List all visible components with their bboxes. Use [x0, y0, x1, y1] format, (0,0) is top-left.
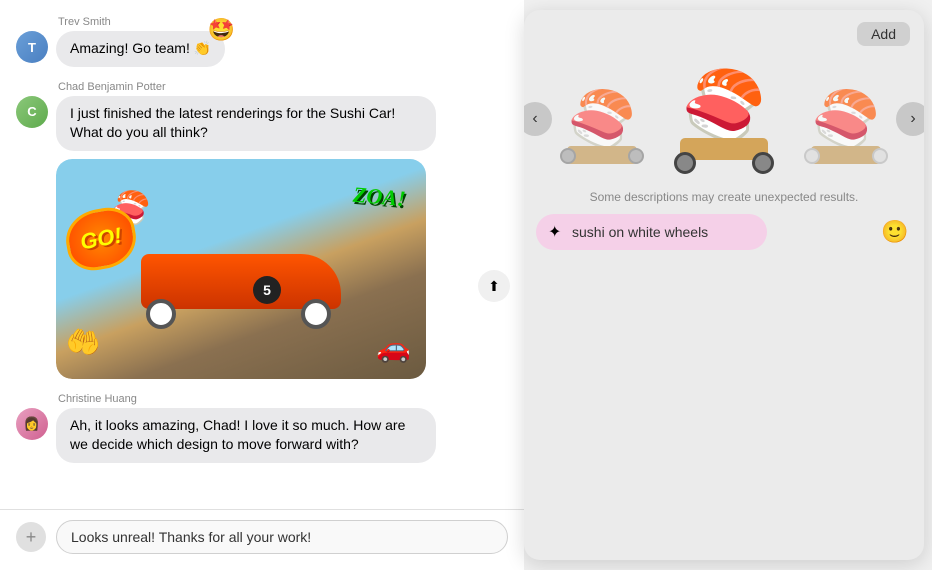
messages-list: Trev Smith T Amazing! Go team! 👏 🤩 Chad …: [0, 16, 524, 509]
sushi-carousel: ‹ 🍣 🍣: [524, 54, 924, 184]
message-row-chad: C I just finished the latest renderings …: [16, 96, 508, 379]
sticker-zoom: ZOA!: [352, 182, 407, 212]
share-button[interactable]: ⬆: [478, 270, 510, 302]
emoji-picker-button[interactable]: 🙂: [878, 215, 912, 249]
carousel-prev[interactable]: ‹: [524, 102, 552, 136]
message-group-christine: Christine Huang 👩 Ah, it looks amazing, …: [16, 393, 508, 463]
avatar-chad: C: [16, 96, 48, 128]
chevron-right-icon: ›: [910, 110, 915, 128]
image-generator-panel: Add ‹ 🍣 🍣: [524, 10, 924, 560]
message-row-trev: T Amazing! Go team! 👏 🤩: [16, 31, 508, 67]
chat-area: Trev Smith T Amazing! Go team! 👏 🤩 Chad …: [0, 0, 524, 570]
message-group-chad: Chad Benjamin Potter C I just finished t…: [16, 81, 508, 379]
sushi-car-center[interactable]: 🍣: [664, 64, 784, 174]
car-wheel-left: [146, 299, 176, 329]
sender-name-chad: Chad Benjamin Potter: [58, 81, 508, 93]
car-wheel-right: [301, 299, 331, 329]
reaction-trev: 🤩: [208, 17, 235, 43]
chat-input-bar: +: [0, 509, 524, 570]
bubble-trev: Amazing! Go team! 👏: [56, 31, 225, 67]
emoji-face-icon: 🙂: [881, 219, 908, 244]
sender-name-trev: Trev Smith: [58, 16, 508, 28]
plus-icon: +: [26, 527, 37, 548]
sushi-car-right[interactable]: 🍣: [796, 74, 896, 164]
add-button[interactable]: Add: [857, 22, 910, 46]
carousel-next[interactable]: ›: [896, 102, 924, 136]
share-icon: ⬆: [488, 278, 500, 295]
sushi-car-image-bubble: 🍣 GO! ZOA! 5 🤲 🚗: [56, 159, 436, 379]
generator-input-row: ✦ 🙂: [524, 214, 924, 264]
sticker-hands: 🤲: [63, 323, 103, 362]
avatar-christine: 👩: [16, 408, 48, 440]
sushi-car-image: 🍣 GO! ZOA! 5 🤲 🚗: [56, 159, 426, 379]
panel-top: Add: [524, 10, 924, 54]
sushi-render-left: 🍣: [552, 74, 652, 164]
sushi-render-right: 🍣: [796, 74, 896, 164]
sushi-render-center: 🍣: [664, 64, 784, 174]
chat-input[interactable]: [56, 520, 508, 554]
message-group-trev: Trev Smith T Amazing! Go team! 👏 🤩: [16, 16, 508, 67]
avatar-trev: T: [16, 31, 48, 63]
generator-input[interactable]: [536, 214, 767, 250]
message-row-christine: 👩 Ah, it looks amazing, Chad! I love it …: [16, 408, 508, 463]
sushi-images-row: 🍣 🍣 🍣: [552, 64, 896, 174]
sender-name-christine: Christine Huang: [58, 393, 508, 405]
generator-hint: Some descriptions may create unexpected …: [524, 184, 924, 214]
sticker-car: 🚗: [376, 331, 411, 364]
sushi-car-left[interactable]: 🍣: [552, 74, 652, 164]
car-number: 5: [253, 276, 281, 304]
bubble-chad: I just finished the latest renderings fo…: [56, 96, 436, 151]
chevron-left-icon: ‹: [532, 110, 537, 128]
generator-input-wrapper: ✦: [536, 214, 870, 250]
sushi-race-car: 5: [131, 249, 351, 329]
bubble-christine: Ah, it looks amazing, Chad! I love it so…: [56, 408, 436, 463]
attachment-button[interactable]: +: [16, 522, 46, 552]
